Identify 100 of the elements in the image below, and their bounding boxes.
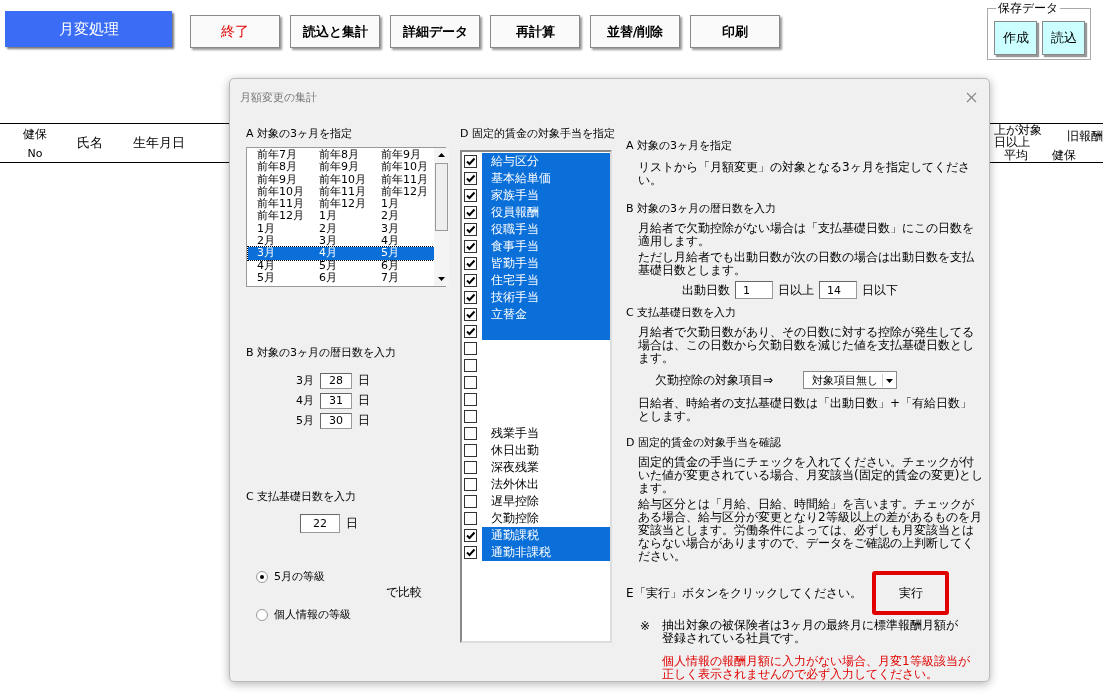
section-heading: D 固定的賃金の対象手当を指定 (460, 126, 612, 141)
list-item[interactable]: 前年9月 前年10月 前年11月 (248, 173, 434, 186)
list-item[interactable]: 1月 2月 3月 (248, 222, 434, 236)
list-item[interactable]: 法外休出 (482, 476, 610, 493)
toolbar-button[interactable]: 印刷 (690, 15, 780, 48)
list-item[interactable]: 前年11月 前年12月 1月 (248, 198, 434, 211)
input-field[interactable]: 1 (735, 281, 773, 299)
save-data-button[interactable]: 読込 (1042, 21, 1085, 55)
list-item[interactable]: 2月 3月 4月 (248, 235, 434, 248)
field-label: 4月 (296, 393, 314, 408)
column-header: 上が対象 (994, 124, 1042, 136)
checkbox[interactable] (464, 376, 477, 389)
checkbox[interactable] (464, 308, 477, 321)
section-heading: A 対象の3ヶ月を指定 (246, 126, 354, 141)
checkbox[interactable] (464, 172, 477, 185)
radio-label[interactable]: 5月の等級 (274, 569, 325, 584)
note-mark: ※ (640, 619, 652, 635)
checkbox[interactable] (464, 393, 477, 406)
list-cell-text: 前年9月 (380, 149, 422, 161)
list-cell-text: 3月 (380, 222, 400, 235)
list-cell-text: 前年12月 (380, 185, 429, 198)
toolbar-button[interactable]: 詳細データ (390, 15, 480, 48)
checkbox[interactable] (464, 546, 477, 559)
list-item[interactable]: 通勤非課税 (482, 544, 610, 561)
checkbox[interactable] (464, 529, 477, 542)
list-item[interactable]: 5月 6月 7月 (248, 271, 434, 285)
checkbox[interactable] (464, 206, 477, 219)
title-button[interactable]: 月変処理 (5, 11, 172, 47)
toolbar-button[interactable]: 終了 (190, 15, 280, 48)
checkbox[interactable] (464, 291, 477, 304)
list-cell-text: 前年10月 (318, 173, 367, 186)
unit-label: 日 (358, 412, 370, 429)
checkbox[interactable] (464, 410, 477, 423)
list-cell-text: 前年11月 (380, 173, 429, 186)
checkbox[interactable] (464, 427, 477, 440)
checkbox[interactable] (464, 257, 477, 270)
checkbox[interactable] (464, 342, 477, 355)
list-item[interactable]: 給与区分 (482, 153, 610, 170)
checkbox[interactable] (464, 461, 477, 474)
list-item[interactable]: 前年12月 1月 2月 (248, 210, 434, 223)
instruction-text: 給与区分とは「月給、日給、時間給」を言います。チェックがある場合、給与区分が変更となり2等級以上の差があるものを月変該当とします。労働条件によっては、必ずしも月変該当とはならない場合がありますので、データをご確認の上判断してください。 (638, 498, 983, 563)
checkbox[interactable] (464, 189, 477, 202)
column-header: No (27, 147, 43, 160)
list-item[interactable]: 前年8月 前年9月 前年10月 (248, 161, 434, 174)
close-icon[interactable] (966, 91, 977, 103)
run-button[interactable]: 実行 (872, 571, 949, 615)
list-item[interactable]: 食事手当 (482, 238, 610, 255)
radio-label[interactable]: 個人情報の等級 (274, 607, 351, 622)
checkbox[interactable] (464, 512, 477, 525)
list-cell-text: 前年7月 (256, 149, 298, 161)
instruction-text: 固定的賃金の手当にチェックを入れてください。チェックが付いた値が変更されている場合、月変該当(固定的賃金の変更)とします。 (638, 456, 984, 495)
section-heading: C 支払基礎日数を入力 (246, 489, 358, 504)
scroll-thumb[interactable] (435, 163, 448, 231)
checkbox[interactable] (464, 325, 477, 338)
list-item[interactable]: 役職手当 (482, 221, 610, 238)
checkbox[interactable] (464, 240, 477, 253)
column-header: 健保 (1052, 148, 1076, 162)
section-heading: C 支払基礎日数を入力 (626, 305, 738, 320)
checkbox[interactable] (464, 155, 477, 168)
save-data-button[interactable]: 作成 (994, 21, 1037, 55)
list-item[interactable]: 3月 4月 5月 (248, 247, 434, 260)
list-item[interactable]: 遅早控除 (482, 493, 610, 510)
list-item[interactable]: 立替金 (482, 306, 610, 323)
list-item[interactable]: 技術手当 (482, 289, 610, 306)
list-item[interactable]: 家族手当 (482, 187, 610, 204)
list-item[interactable]: 欠勤控除 (482, 510, 610, 527)
scrollbar[interactable] (434, 148, 449, 286)
list-item[interactable]: 残業手当 (482, 425, 610, 442)
input-field[interactable]: 22 (300, 514, 340, 533)
list-cell-text: 前年8月 (256, 161, 298, 174)
input-field[interactable]: 28 (320, 372, 352, 389)
column-header: 生年月日 (133, 134, 185, 152)
list-item[interactable]: 基本給単価 (482, 170, 610, 187)
list-cell-text: 2月 (318, 222, 338, 235)
list-cell-text: 2月 (380, 210, 400, 223)
list-cell-text: 前年9月 (256, 173, 298, 186)
checkbox[interactable] (464, 444, 477, 457)
list-item[interactable]: 休日出勤 (482, 442, 610, 459)
dropdown[interactable]: 対象項目無し (803, 371, 898, 389)
list-item[interactable]: 住宅手当 (482, 272, 610, 289)
input-field[interactable]: 14 (819, 281, 857, 299)
checkbox[interactable] (464, 274, 477, 287)
toolbar-button[interactable]: 読込と集計 (290, 15, 380, 48)
checkbox[interactable] (464, 478, 477, 491)
list-item[interactable]: 役員報酬 (482, 204, 610, 221)
input-field[interactable]: 31 (320, 392, 352, 409)
radio-button[interactable] (256, 608, 268, 621)
list-item[interactable]: 深夜残業 (482, 459, 610, 476)
checkbox[interactable] (464, 359, 477, 372)
list-item[interactable]: 通勤課税 (482, 527, 610, 544)
checkbox[interactable] (464, 495, 477, 508)
list-item[interactable]: 前年10月 前年11月 前年12月 (248, 185, 434, 199)
toolbar-button[interactable]: 並替/削除 (590, 15, 680, 48)
toolbar-button[interactable]: 再計算 (490, 15, 580, 48)
list-item[interactable]: 前年7月 前年8月 前年9月 (248, 149, 434, 162)
input-field[interactable]: 30 (320, 412, 352, 429)
radio-button[interactable] (256, 570, 268, 583)
checkbox[interactable] (464, 223, 477, 236)
allowance-list[interactable]: 給与区分 基本給単価 家族手当 役員報酬 役職手当 食事手当 皆勤手当 住宅手当 技術手当 立替金 残業手当 休日出勤 深夜残業 法外休出 遅早控除 欠勤控除 通勤課税 通勤非課税 (460, 150, 612, 643)
list-item[interactable]: 皆勤手当 (482, 255, 610, 272)
